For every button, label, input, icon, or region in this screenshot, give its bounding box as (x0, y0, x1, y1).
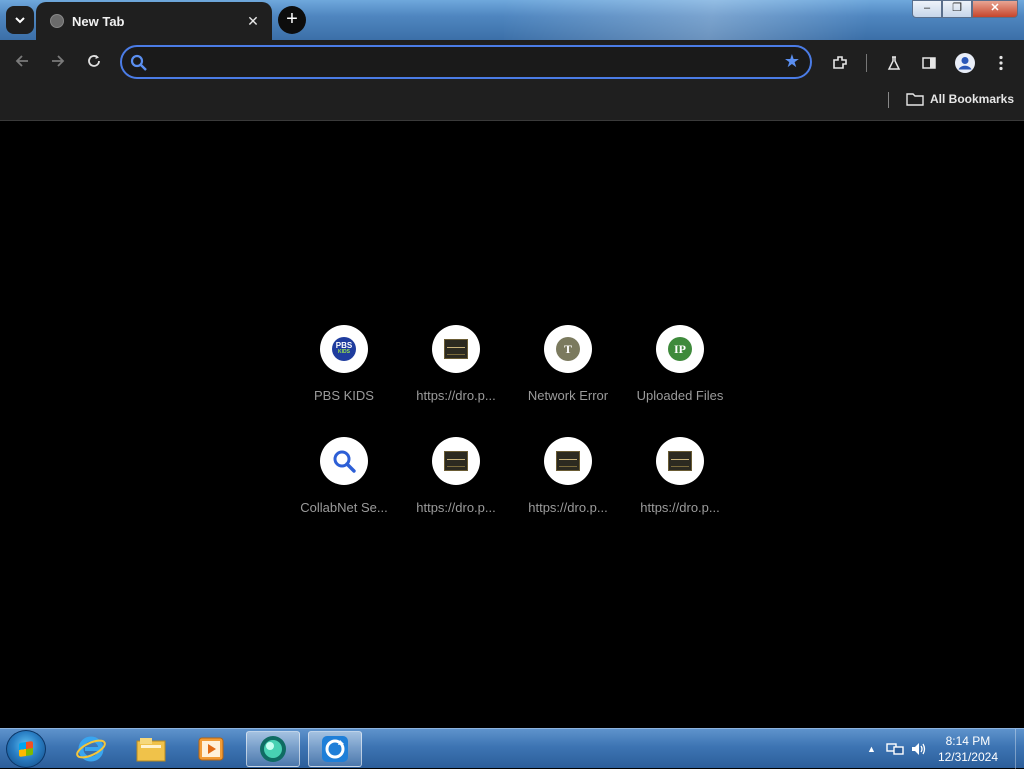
shortcut-tile[interactable]: https://dro.p... (513, 437, 623, 541)
new-tab-page: PBS KIDS PBS KIDS https://dro.p... T Netw… (0, 121, 1024, 728)
tab-close-icon[interactable]: ✕ (244, 13, 262, 30)
pbs-kids-logo-icon: PBS KIDS (332, 337, 356, 361)
shortcut-icon-circle (432, 325, 480, 373)
shortcut-icon-circle: IP (656, 325, 704, 373)
tab-new-tab[interactable]: New Tab ✕ (36, 2, 272, 40)
shortcut-tile[interactable]: PBS KIDS PBS KIDS (289, 325, 399, 429)
title-bar: New Tab ✕ + – ❐ ✕ (0, 0, 1024, 40)
internet-explorer-icon[interactable] (64, 731, 118, 767)
shortcut-label: https://dro.p... (640, 500, 720, 515)
shortcut-label: https://dro.p... (528, 500, 608, 515)
clock[interactable]: 8:14 PM 12/31/2024 (938, 733, 998, 765)
file-explorer-icon[interactable] (124, 731, 178, 767)
letter-t-icon: T (556, 337, 580, 361)
labs-flask-icon[interactable] (883, 52, 905, 74)
site-thumbnail-icon (668, 451, 692, 471)
shortcut-icon-circle: PBS KIDS (320, 325, 368, 373)
chevron-down-icon (15, 17, 25, 24)
show-desktop-button[interactable] (1015, 729, 1024, 769)
network-icon[interactable] (886, 741, 904, 757)
menu-kebab-icon[interactable] (990, 52, 1012, 74)
start-button[interactable] (6, 730, 46, 768)
shortcut-icon-circle (544, 437, 592, 485)
shortcut-label: Uploaded Files (636, 388, 724, 403)
new-tab-button[interactable]: + (278, 6, 306, 34)
shortcut-label: PBS KIDS (314, 388, 374, 403)
tray-expand-icon[interactable]: ▲ (867, 744, 876, 754)
shortcut-tile[interactable]: https://dro.p... (625, 437, 735, 541)
letter-ip-icon: IP (668, 337, 692, 361)
site-thumbnail-icon (444, 339, 468, 359)
shortcut-icon-circle (656, 437, 704, 485)
restore-button[interactable]: ❐ (942, 0, 972, 18)
minimize-button[interactable]: – (912, 0, 942, 18)
system-tray: ▲ 8:14 PM 12/31/2024 (867, 729, 1016, 769)
search-icon (130, 54, 147, 71)
shortcut-tile[interactable]: T Network Error (513, 325, 623, 429)
shortcut-label: Network Error (527, 388, 609, 403)
profile-avatar-icon[interactable] (954, 52, 976, 74)
site-thumbnail-icon (444, 451, 468, 471)
bookmarks-bar: All Bookmarks (0, 86, 1024, 121)
window-controls: – ❐ ✕ (912, 0, 1018, 18)
browser-app-icon[interactable] (246, 731, 300, 767)
address-bar[interactable]: ★ (120, 45, 812, 79)
shortcut-tile[interactable]: https://dro.p... (401, 437, 511, 541)
shortcut-label: CollabNet Se... (300, 500, 388, 515)
browser-toolbar: ★ (0, 40, 1024, 86)
clock-date: 12/31/2024 (937, 750, 998, 764)
shortcut-icon-circle: T (544, 325, 592, 373)
search-icon (333, 450, 356, 473)
toolbar-separator (866, 54, 867, 72)
site-thumbnail-icon (556, 451, 580, 471)
volume-icon[interactable] (910, 741, 928, 757)
address-input[interactable] (156, 51, 780, 75)
bookmarks-separator (888, 92, 889, 108)
all-bookmarks-label: All Bookmarks (930, 92, 1015, 106)
shortcut-tile[interactable]: https://dro.p... (401, 325, 511, 429)
shortcut-icon-circle (320, 437, 368, 485)
shortcut-icon-circle (432, 437, 480, 485)
shortcut-label: https://dro.p... (416, 500, 496, 515)
extensions-icon[interactable] (829, 52, 851, 74)
media-player-icon[interactable] (184, 731, 238, 767)
reload-icon[interactable] (83, 52, 105, 74)
close-window-button[interactable]: ✕ (972, 0, 1018, 18)
folder-icon (906, 93, 924, 106)
globe-icon (50, 14, 64, 28)
shortcut-tile[interactable]: CollabNet Se... (289, 437, 399, 541)
tab-search-button[interactable] (6, 6, 34, 34)
taskbar: ▲ 8:14 PM 12/31/2024 (0, 728, 1024, 769)
clock-time: 8:14 PM (945, 734, 991, 748)
side-panel-icon[interactable] (918, 52, 940, 74)
sync-app-icon[interactable] (308, 731, 362, 767)
bookmark-star-icon[interactable]: ★ (784, 51, 800, 72)
tab-title: New Tab (72, 13, 125, 29)
all-bookmarks-button[interactable]: All Bookmarks (906, 92, 1014, 106)
shortcut-tile[interactable]: IP Uploaded Files (625, 325, 735, 429)
back-arrow-icon[interactable] (11, 52, 33, 74)
forward-arrow-icon[interactable] (47, 52, 69, 74)
shortcut-label: https://dro.p... (416, 388, 496, 403)
